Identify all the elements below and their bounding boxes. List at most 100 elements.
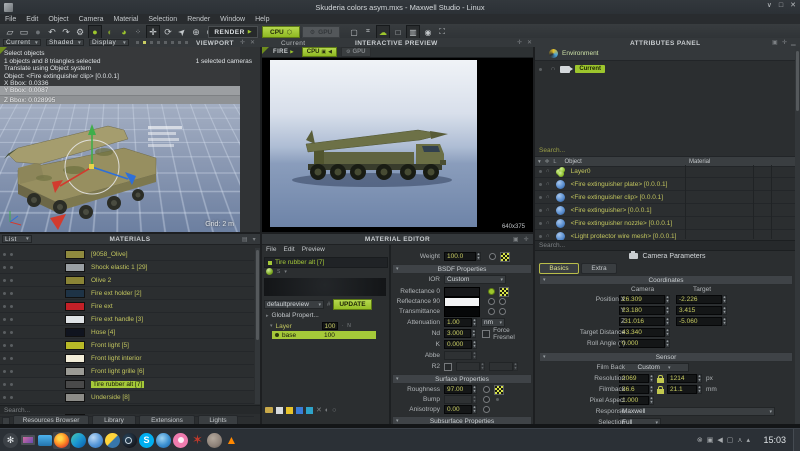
roughness-texture-icon[interactable] [494, 385, 504, 395]
position-y-target-field[interactable]: 3.415 [676, 306, 722, 315]
tree-base-row-selected[interactable]: base 100 [272, 331, 376, 339]
shaded-sphere-icon[interactable]: ● [88, 25, 102, 39]
delete-icon[interactable]: ✕ [316, 406, 322, 414]
translate-gizmo[interactable] [42, 122, 142, 212]
folder-icon[interactable] [265, 407, 273, 413]
spinner[interactable]: ▲▼ [649, 396, 654, 405]
clock[interactable]: 15:03 [763, 435, 786, 445]
environment-search[interactable]: Search... [539, 147, 565, 154]
filmback-height-field[interactable]: 21.1 [667, 385, 697, 394]
bbox-z-field[interactable]: Z Bbox: 0.028995 [0, 96, 240, 104]
preview-close-icon[interactable]: ✕ [527, 39, 532, 46]
material-preview-box[interactable] [264, 278, 386, 296]
spinner[interactable]: ▲▼ [476, 252, 481, 261]
sensor-section-bar[interactable]: ▾Sensor [539, 352, 793, 362]
menu-object[interactable]: Object [48, 16, 68, 23]
current-camera-row[interactable]: ∩ Current [539, 65, 605, 73]
ior-dropdown[interactable]: Custom▾ [444, 275, 506, 284]
pink-app-icon[interactable] [172, 432, 189, 449]
resolution-lock-icon[interactable] [657, 375, 664, 383]
subsurface-properties-bar[interactable]: ▾Subsurface Properties [392, 416, 532, 424]
bsdf-add-icon[interactable] [276, 407, 283, 414]
material-row[interactable]: Front light grille [6] [0, 365, 254, 378]
anisotropy-map-radio[interactable] [483, 406, 490, 413]
spinner[interactable]: ▲▼ [472, 340, 477, 349]
spinner[interactable]: ▲▼ [665, 295, 670, 304]
transmittance-swatch[interactable] [444, 307, 480, 317]
mat-menu-preview[interactable]: Preview [302, 246, 325, 253]
tab-resources-browser[interactable]: Resources Browser [13, 415, 89, 424]
zoom-in-icon[interactable]: ⊕ [190, 26, 202, 38]
spinner[interactable]: ▲▼ [665, 317, 670, 326]
show-desktop-button[interactable] [793, 429, 800, 451]
spinner[interactable]: ▲▼ [697, 385, 702, 394]
material-editor-float-icon[interactable]: ▣ [513, 236, 519, 243]
emitter-add-icon[interactable] [286, 407, 293, 414]
tree-global-properties[interactable]: ▸Global Propert... [266, 312, 319, 319]
reflectance90-swatch[interactable] [444, 297, 480, 307]
material-row[interactable]: Fire ext holder [2] [0, 287, 254, 300]
spinner[interactable]: ▲▼ [722, 295, 727, 304]
display-settings-icon[interactable] [19, 432, 36, 449]
coating-add-icon[interactable] [306, 407, 313, 414]
render-image[interactable] [270, 60, 477, 227]
spinner[interactable]: ▲▼ [472, 405, 477, 414]
firefox-icon[interactable] [53, 432, 70, 449]
tab-lights[interactable]: Lights [198, 415, 238, 424]
frame-icon[interactable]: □ [392, 26, 404, 38]
displacement-add-icon[interactable] [296, 407, 303, 414]
update-button[interactable]: UPDATE [333, 299, 371, 310]
new-scene-icon[interactable]: ▱ [4, 26, 16, 38]
object-search[interactable]: Search... [535, 240, 800, 251]
menu-camera[interactable]: Camera [79, 16, 104, 23]
r2-checkbox[interactable] [444, 363, 452, 371]
materials-search[interactable]: Search... [0, 405, 260, 414]
circle-icon[interactable]: ○ [332, 407, 336, 414]
viewport-3d[interactable]: Grid: 2 m Select objects 1 objects and 8… [0, 47, 262, 232]
attributes-pin-icon[interactable]: ✛ [782, 39, 787, 46]
position-z-camera-field[interactable]: -31.016 [619, 317, 665, 326]
menu-file[interactable]: File [5, 16, 16, 23]
material-row[interactable]: Olive 2 [0, 274, 254, 287]
roughness-map-radio[interactable] [483, 386, 490, 393]
vlc-icon[interactable]: ▲ [223, 432, 240, 449]
redo-icon[interactable]: ↷ [60, 26, 72, 38]
fullscreen-icon[interactable]: ⛶ [436, 26, 448, 38]
materials-collapse-icon[interactable]: ▾ [253, 236, 256, 243]
attributes-minimize-icon[interactable]: ▁ [791, 39, 796, 46]
viewport-shading-dropdown[interactable]: Shaded▾ [46, 39, 84, 46]
preview-cpu-toggle[interactable]: CPU ▣ ◀ [302, 47, 337, 57]
undo-icon[interactable]: ↶ [46, 26, 58, 38]
transmittance-map-radio[interactable] [488, 308, 495, 315]
selected-material-row[interactable]: Tire rubber alt [7] [264, 257, 388, 268]
halfsphere-icon[interactable]: ◐ [325, 407, 329, 414]
object-row-layer0[interactable]: ∩ Layer0 [535, 165, 800, 178]
spinner[interactable]: ▲▼ [472, 318, 477, 327]
menu-render[interactable]: Render [187, 16, 210, 23]
mat-menu-edit[interactable]: Edit [283, 246, 294, 253]
position-y-camera-field[interactable]: 23.180 [619, 306, 665, 315]
bump-map-radio[interactable] [483, 396, 490, 403]
viewport-pin-icon[interactable]: ✛ [240, 39, 245, 46]
menu-edit[interactable]: Edit [26, 16, 38, 23]
material-row[interactable]: [9058_Olive] [0, 248, 254, 261]
tray-display-icon[interactable]: ▢ [727, 436, 734, 444]
menu-window[interactable]: Window [220, 16, 245, 23]
viewport-camera-dropdown[interactable]: Current▾ [3, 39, 41, 46]
layers-icon[interactable]: ▥ [406, 25, 420, 39]
viewport-display-toggles[interactable] [136, 41, 188, 44]
tray-clipboard-icon[interactable]: ▣ [707, 436, 714, 444]
material-column-header[interactable]: Material [689, 159, 710, 165]
tree-layer-row[interactable]: ▾ Layer 100 · N [270, 322, 351, 330]
spinner[interactable]: ▲▼ [665, 339, 670, 348]
attributes-float-icon[interactable]: ▣ [772, 39, 778, 46]
reflectance90-map-radio2[interactable] [499, 298, 506, 305]
skype-icon[interactable]: S [138, 432, 155, 449]
spinner[interactable]: ▲▼ [722, 306, 727, 315]
material-tree-controls[interactable]: S▾ [266, 268, 287, 275]
bsdf-properties-bar[interactable]: ▾BSDF Properties [392, 264, 532, 274]
app-launcher-icon[interactable]: ✻ [2, 432, 19, 449]
bbox-y-field[interactable]: Y Bbox: 0.0087 [0, 86, 240, 96]
roughness-field[interactable]: 97.00 [444, 385, 472, 394]
camera-tool-icon[interactable]: ◉ [422, 26, 434, 38]
